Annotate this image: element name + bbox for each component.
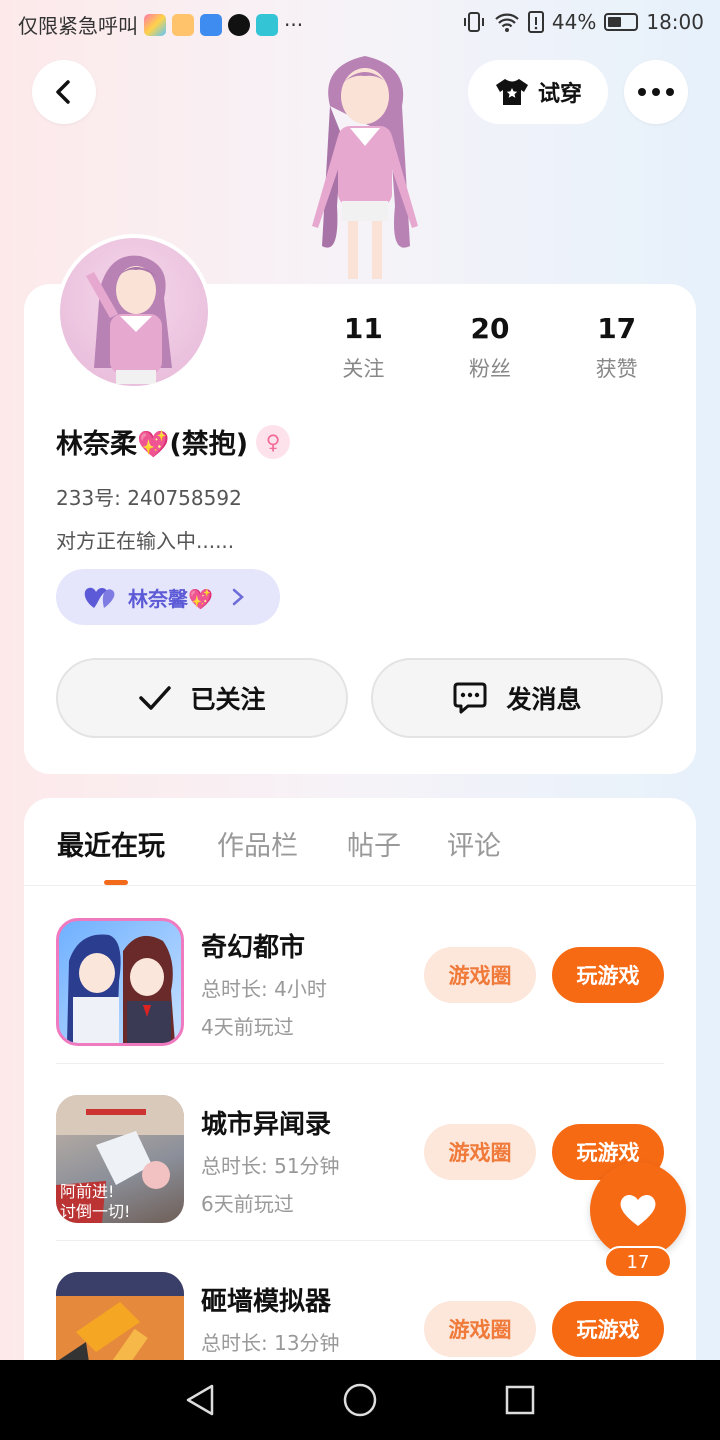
chevron-left-icon — [56, 80, 70, 104]
relation-heart-emoji: 💖 — [188, 586, 213, 611]
game-thumbnail: 阿前进! 讨倒一切! — [56, 1095, 184, 1223]
svg-text:讨倒一切!: 讨倒一切! — [60, 1202, 130, 1221]
game-circle-button[interactable]: 游戏圈 — [424, 947, 536, 1003]
circle-home-icon — [343, 1383, 377, 1417]
tab-works[interactable]: 作品栏 — [217, 824, 298, 863]
back-button[interactable] — [32, 60, 96, 124]
avatar[interactable] — [56, 234, 212, 390]
stat-value: 20 — [470, 312, 510, 345]
play-game-button[interactable]: 玩游戏 — [552, 1301, 664, 1357]
following-label: 已关注 — [190, 685, 266, 714]
like-count: 17 — [604, 1246, 672, 1278]
tshirt-icon — [495, 79, 528, 105]
stats-row: 11 关注 20 粉丝 17 获赞 — [300, 312, 680, 383]
tab-posts[interactable]: 帖子 — [347, 824, 401, 863]
more-notifications-icon: ··· — [284, 12, 304, 37]
status-right: 44% 18:00 — [462, 10, 704, 34]
game-thumbnail — [67, 934, 175, 1043]
game-icon[interactable]: 阿前进! 讨倒一切! — [56, 1095, 184, 1223]
app-notification-icon — [144, 13, 166, 36]
avatar-image — [86, 255, 172, 384]
nav-home-button[interactable] — [340, 1380, 380, 1420]
vibrate-icon — [463, 12, 484, 32]
stat-likes[interactable]: 17 获赞 — [553, 312, 680, 383]
game-title: 砸墙模拟器 — [201, 1287, 332, 1317]
game-title: 城市异闻录 — [201, 1110, 332, 1140]
stat-followers[interactable]: 20 粉丝 — [427, 312, 554, 383]
send-message-button[interactable]: 发消息 — [371, 658, 663, 738]
stat-label: 关注 — [342, 357, 385, 381]
stat-label: 粉丝 — [469, 357, 511, 381]
system-nav-bar — [0, 1360, 720, 1440]
nav-recents-button[interactable] — [500, 1380, 540, 1420]
username-row: 林奈柔💖(禁抱) ♀ — [56, 422, 291, 461]
battery-icon — [604, 13, 639, 31]
username: 林奈柔💖(禁抱) — [56, 422, 248, 461]
game-icon[interactable] — [56, 918, 184, 1046]
linked-hearts-icon — [84, 587, 115, 608]
game-circle-button[interactable]: 游戏圈 — [424, 1124, 536, 1180]
stat-value: 11 — [343, 312, 383, 345]
game-last-played: 6天前玩过 — [201, 1192, 294, 1216]
try-on-button[interactable]: 试穿 — [468, 60, 608, 124]
username-suffix: (禁抱) — [169, 429, 249, 460]
like-button[interactable] — [590, 1162, 686, 1258]
character-model-image — [312, 56, 418, 279]
active-tab-indicator — [104, 880, 128, 885]
game-duration: 总时长: 13分钟 — [201, 1331, 340, 1355]
stat-following[interactable]: 11 关注 — [300, 312, 427, 383]
games-card: 最近在玩 作品栏 帖子 评论 奇幻都市 总时长: 4小时 4天前玩过 游戏圈 玩… — [24, 798, 696, 1398]
send-message-label: 发消息 — [506, 685, 582, 714]
app-notification-icon — [172, 13, 194, 36]
chevron-right-icon — [232, 588, 244, 606]
relation-chip[interactable]: 林奈馨💖 — [56, 569, 280, 625]
tab-recently-played[interactable]: 最近在玩 — [57, 824, 165, 863]
game-row[interactable]: 奇幻都市 总时长: 4小时 4天前玩过 游戏圈 玩游戏 — [56, 887, 664, 1064]
play-game-button[interactable]: 玩游戏 — [552, 947, 664, 1003]
game-row[interactable]: 阿前进! 讨倒一切! 城市异闻录 总时长: 51分钟 6天前玩过 游戏圈 玩游戏 — [56, 1064, 664, 1241]
game-title: 奇幻都市 — [201, 933, 306, 963]
female-gender-icon: ♀ — [256, 424, 291, 459]
tab-bar: 最近在玩 作品栏 帖子 评论 — [24, 798, 696, 886]
relation-name: 林奈馨💖 — [128, 583, 213, 612]
tab-comments[interactable]: 评论 — [447, 824, 501, 863]
username-prefix: 林奈柔 — [56, 429, 137, 460]
battery-percent: 44% — [551, 10, 597, 34]
nav-back-button[interactable] — [180, 1380, 220, 1420]
chat-bubble-icon — [453, 682, 487, 714]
game-circle-button[interactable]: 游戏圈 — [424, 1301, 536, 1357]
relation-name-text: 林奈馨 — [128, 586, 188, 611]
following-button[interactable]: 已关注 — [56, 658, 348, 738]
more-button[interactable] — [624, 60, 688, 124]
status-left: 仅限紧急呼叫 ··· — [18, 10, 303, 39]
app-notification-icon — [200, 13, 222, 36]
wifi-icon — [495, 13, 519, 32]
carrier-text: 仅限紧急呼叫 — [18, 14, 138, 38]
more-dots-icon — [638, 88, 674, 96]
heart-icon — [620, 1194, 656, 1226]
game-last-played: 4天前玩过 — [201, 1015, 294, 1039]
check-icon — [139, 686, 172, 710]
game-duration: 总时长: 4小时 — [201, 977, 327, 1001]
svg-text:阿前进!: 阿前进! — [60, 1182, 114, 1201]
try-on-label: 试穿 — [537, 82, 582, 107]
stat-label: 获赞 — [595, 357, 638, 381]
alert-icon — [527, 11, 544, 33]
clock: 18:00 — [646, 10, 704, 34]
stat-value: 17 — [597, 312, 637, 345]
triangle-back-icon — [186, 1384, 214, 1416]
tiktok-icon — [228, 13, 250, 36]
square-recents-icon — [505, 1385, 535, 1415]
user-id: 233号: 240758592 — [56, 486, 242, 510]
heart-emoji: 💖 — [137, 430, 170, 460]
status-bar: 仅限紧急呼叫 ··· 44% 18:00 — [0, 0, 720, 50]
game-duration: 总时长: 51分钟 — [201, 1154, 340, 1178]
app-notification-icon — [256, 13, 278, 36]
bio: 对方正在输入中...... — [56, 529, 235, 553]
